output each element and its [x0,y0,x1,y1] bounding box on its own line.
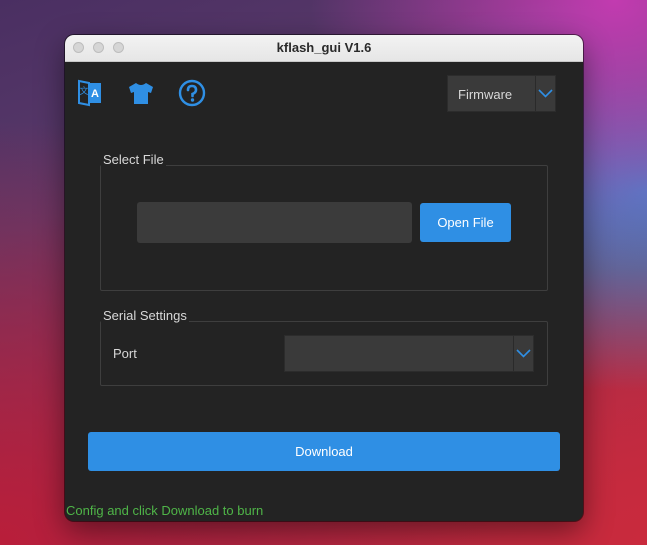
window-title: kflash_gui V1.6 [276,40,372,55]
status-message: Config and click Download to burn [66,503,264,518]
download-button[interactable]: Download [88,432,560,471]
svg-text:A: A [91,88,99,100]
port-select[interactable] [284,335,534,372]
skin-icon[interactable] [126,78,156,108]
file-path-input[interactable] [137,202,412,243]
chevron-down-icon[interactable] [535,76,555,111]
help-icon[interactable] [177,78,207,108]
svg-text:文: 文 [79,85,88,97]
chevron-down-icon[interactable] [513,336,533,371]
mode-select-value: Firmware [458,87,513,102]
serial-settings-group-title: Serial Settings [101,308,189,323]
language-icon[interactable]: A 文 [75,78,105,108]
mode-select[interactable]: Firmware [447,75,556,112]
app-window: kflash_gui V1.6 A 文 Firmware Select File… [65,35,583,521]
open-file-button[interactable]: Open File [420,203,511,242]
port-label: Port [113,346,137,361]
title-bar: kflash_gui V1.6 [65,35,583,62]
select-file-group-title: Select File [101,152,166,167]
